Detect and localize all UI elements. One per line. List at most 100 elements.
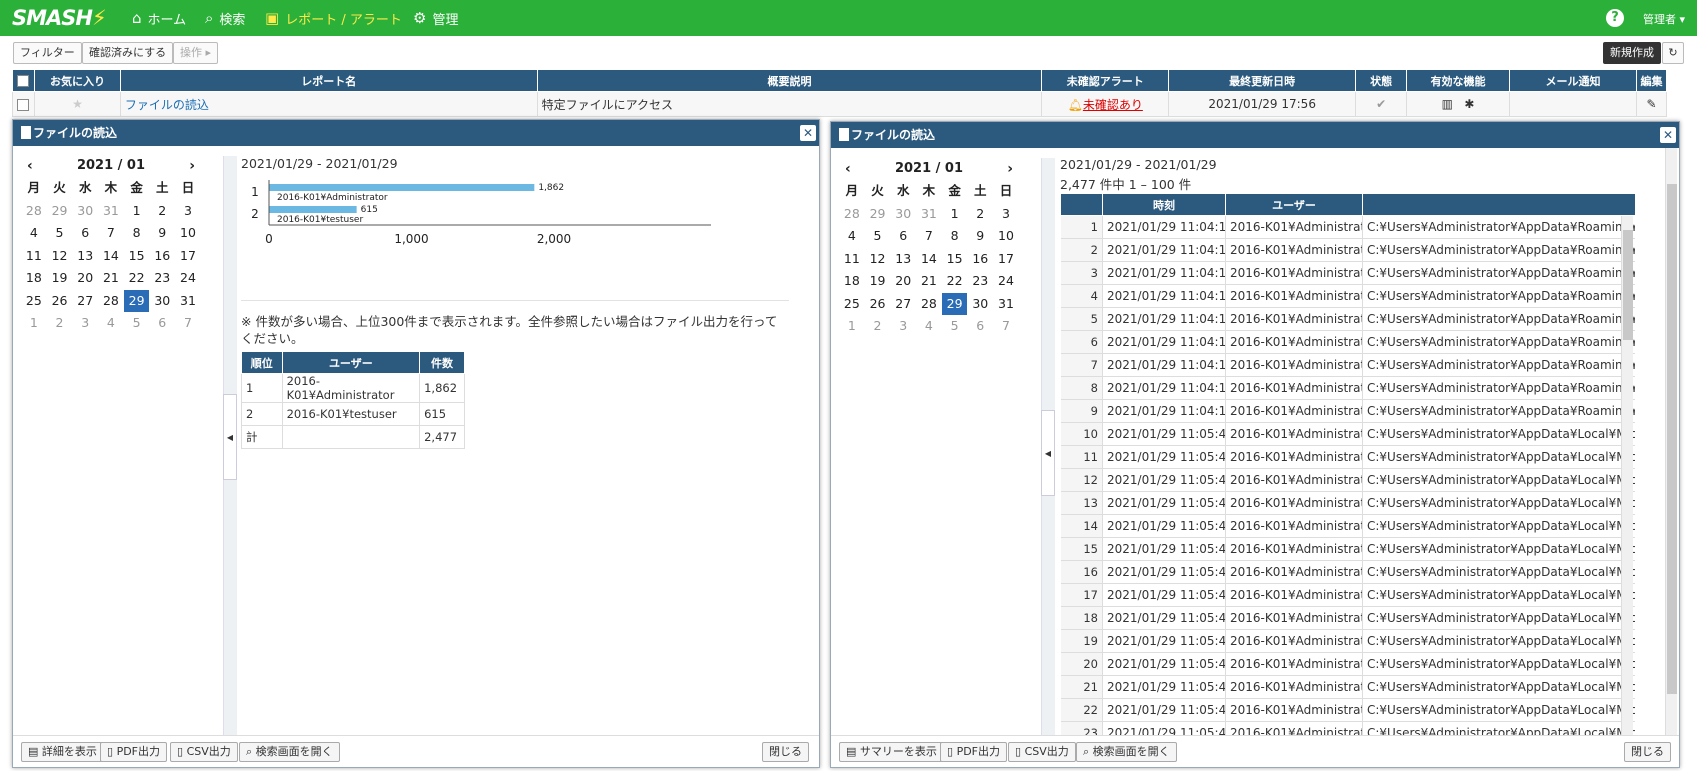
pdf-export-button[interactable]: ▯ PDF出力 bbox=[940, 742, 1007, 762]
collapse-left-icon[interactable]: ◀ bbox=[1041, 410, 1055, 496]
calendar-day[interactable]: 7 bbox=[993, 315, 1019, 338]
select-all-checkbox[interactable] bbox=[12, 69, 35, 92]
table-row[interactable]: ★ ファイルの読込 特定ファイルにアクセス 🔔︎未確認あり 2021/01/29… bbox=[12, 91, 1668, 117]
calendar-day[interactable]: 24 bbox=[175, 267, 201, 290]
table-row[interactable]: 19 2021/01/29 11:05:48 2016-K01¥Administra… bbox=[1060, 629, 1635, 653]
calendar-day[interactable]: 30 bbox=[967, 293, 993, 316]
calendar-day[interactable]: 7 bbox=[98, 222, 124, 245]
calendar-day[interactable]: 12 bbox=[47, 245, 73, 268]
table-row[interactable]: 21 2021/01/29 11:05:48 2016-K01¥Administra… bbox=[1060, 675, 1635, 699]
user-menu[interactable]: 管理者 ▾ bbox=[1643, 11, 1685, 27]
star-icon[interactable]: ★ bbox=[33, 91, 121, 117]
row-checkbox[interactable] bbox=[12, 91, 35, 117]
table-row[interactable]: 92021/01/29 11:04:162016-K01¥Administrat… bbox=[1060, 399, 1635, 423]
calendar-day[interactable]: 3 bbox=[175, 200, 201, 223]
calendar-day[interactable]: 8 bbox=[942, 225, 968, 248]
calendar-day[interactable]: 6 bbox=[890, 225, 916, 248]
calendar-day[interactable]: 2 bbox=[865, 315, 891, 338]
nav-home[interactable]: ⌂ ホーム bbox=[132, 0, 186, 36]
calendar-day[interactable]: 5 bbox=[47, 222, 73, 245]
calendar-day[interactable]: 5 bbox=[942, 315, 968, 338]
calendar-day[interactable]: 6 bbox=[72, 222, 98, 245]
calendar-day[interactable]: 10 bbox=[993, 225, 1019, 248]
calendar-day[interactable]: 28 bbox=[916, 293, 942, 316]
calendar-day[interactable]: 14 bbox=[98, 245, 124, 268]
open-search-button[interactable]: ⌕ 検索画面を開く bbox=[239, 742, 340, 762]
nav-admin[interactable]: ⚙ 管理 bbox=[413, 0, 458, 36]
table-row[interactable]: 10 2021/01/29 11:05:48 2016-K01¥Administra… bbox=[1060, 422, 1635, 446]
table-row[interactable]: 16 2021/01/29 11:05:48 2016-K01¥Administra… bbox=[1060, 560, 1635, 584]
show-detail-button[interactable]: ▤ 詳細を表示 bbox=[21, 742, 104, 762]
calendar-day[interactable]: 2 bbox=[967, 203, 993, 226]
next-month-icon[interactable]: › bbox=[189, 155, 195, 177]
table-row[interactable]: 22 2021/01/29 11:05:48 2016-K01¥Administra… bbox=[1060, 698, 1635, 722]
table-row[interactable]: 23 2021/01/29 11:05:48 2016-K01¥Administra… bbox=[1060, 721, 1635, 736]
calendar-day[interactable]: 20 bbox=[890, 270, 916, 293]
calendar-day-selected[interactable]: 29 bbox=[941, 292, 968, 315]
calendar-day[interactable]: 3 bbox=[993, 203, 1019, 226]
calendar-day[interactable]: 19 bbox=[47, 267, 73, 290]
table-row[interactable]: 12021/01/29 11:04:162016-K01¥Administrat… bbox=[1060, 215, 1635, 239]
table-row[interactable]: 12 2021/01/29 11:05:48 2016-K01¥Administra… bbox=[1060, 468, 1635, 492]
calendar-day[interactable]: 4 bbox=[839, 225, 865, 248]
csv-export-button[interactable]: ▯ CSV出力 bbox=[1008, 742, 1076, 762]
calendar-day[interactable]: 5 bbox=[865, 225, 891, 248]
calendar-day[interactable]: 7 bbox=[916, 225, 942, 248]
calendar-day[interactable]: 2 bbox=[149, 200, 175, 223]
next-month-icon[interactable]: › bbox=[1007, 158, 1013, 180]
calendar-day[interactable]: 18 bbox=[839, 270, 865, 293]
calendar-day[interactable]: 28 bbox=[21, 200, 47, 223]
table-row[interactable]: 52021/01/29 11:04:162016-K01¥Administrat… bbox=[1060, 307, 1635, 331]
calendar-day[interactable]: 14 bbox=[916, 248, 942, 271]
pdf-export-button[interactable]: ▯ PDF出力 bbox=[100, 742, 167, 762]
calendar-day[interactable]: 24 bbox=[993, 270, 1019, 293]
collapse-left-icon[interactable]: ◀ bbox=[223, 394, 237, 480]
calendar-day[interactable]: 31 bbox=[98, 200, 124, 223]
nav-report-alert[interactable]: ▣ レポート / アラート bbox=[265, 0, 402, 36]
table-row[interactable]: 15 2021/01/29 11:05:48 2016-K01¥Administra… bbox=[1060, 537, 1635, 561]
operations-button[interactable]: 操作 ▸ bbox=[173, 42, 219, 64]
calendar-day[interactable]: 15 bbox=[942, 248, 968, 271]
unconfirmed-alert-link[interactable]: 🔔︎未確認あり bbox=[1041, 91, 1170, 117]
prev-month-icon[interactable]: ‹ bbox=[27, 155, 33, 177]
calendar-day[interactable]: 23 bbox=[149, 267, 175, 290]
table-row[interactable]: 42021/01/29 11:04:162016-K01¥Administrat… bbox=[1060, 284, 1635, 308]
close-button[interactable]: 閉じる bbox=[1624, 742, 1671, 762]
calendar-day[interactable]: 16 bbox=[967, 248, 993, 271]
help-icon[interactable]: ? bbox=[1606, 9, 1624, 27]
calendar-day[interactable]: 19 bbox=[865, 270, 891, 293]
table-row[interactable]: 18 2021/01/29 11:05:48 2016-K01¥Administra… bbox=[1060, 606, 1635, 630]
calendar-day[interactable]: 9 bbox=[149, 222, 175, 245]
calendar-day[interactable]: 4 bbox=[98, 312, 124, 335]
calendar-day[interactable]: 20 bbox=[72, 267, 98, 290]
calendar-day[interactable]: 2 bbox=[47, 312, 73, 335]
scroll-thumb[interactable] bbox=[1667, 184, 1677, 694]
calendar-day[interactable]: 5 bbox=[124, 312, 150, 335]
calendar-day[interactable]: 11 bbox=[839, 248, 865, 271]
calendar-day[interactable]: 4 bbox=[916, 315, 942, 338]
calendar-day[interactable]: 27 bbox=[890, 293, 916, 316]
confirm-button[interactable]: 確認済みにする bbox=[82, 42, 174, 64]
calendar-day[interactable]: 21 bbox=[98, 267, 124, 290]
create-new-button[interactable]: 新規作成 bbox=[1603, 42, 1661, 64]
close-button[interactable]: 閉じる bbox=[762, 742, 809, 762]
calendar-day[interactable]: 4 bbox=[21, 222, 47, 245]
smash-logo[interactable]: SMASH⚡ bbox=[12, 6, 107, 30]
calendar-day[interactable]: 29 bbox=[47, 200, 73, 223]
calendar-day[interactable]: 6 bbox=[149, 312, 175, 335]
open-search-button[interactable]: ⌕ 検索画面を開く bbox=[1076, 742, 1177, 762]
calendar-day[interactable]: 1 bbox=[942, 203, 968, 226]
calendar-day[interactable]: 3 bbox=[72, 312, 98, 335]
table-row[interactable]: 82021/01/29 11:04:162016-K01¥Administrat… bbox=[1060, 376, 1635, 400]
report-name-link[interactable]: ファイルの読込 bbox=[119, 91, 538, 117]
calendar-day[interactable]: 23 bbox=[967, 270, 993, 293]
calendar-day[interactable]: 30 bbox=[149, 290, 175, 313]
table-row[interactable]: 72021/01/29 11:04:162016-K01¥Administrat… bbox=[1060, 353, 1635, 377]
calendar-day[interactable]: 31 bbox=[175, 290, 201, 313]
calendar-day[interactable]: 16 bbox=[149, 245, 175, 268]
calendar-day[interactable]: 21 bbox=[916, 270, 942, 293]
calendar-day[interactable]: 28 bbox=[98, 290, 124, 313]
calendar-day[interactable]: 31 bbox=[993, 293, 1019, 316]
calendar-day[interactable]: 22 bbox=[942, 270, 968, 293]
panel-scrollbar[interactable] bbox=[1665, 148, 1677, 738]
